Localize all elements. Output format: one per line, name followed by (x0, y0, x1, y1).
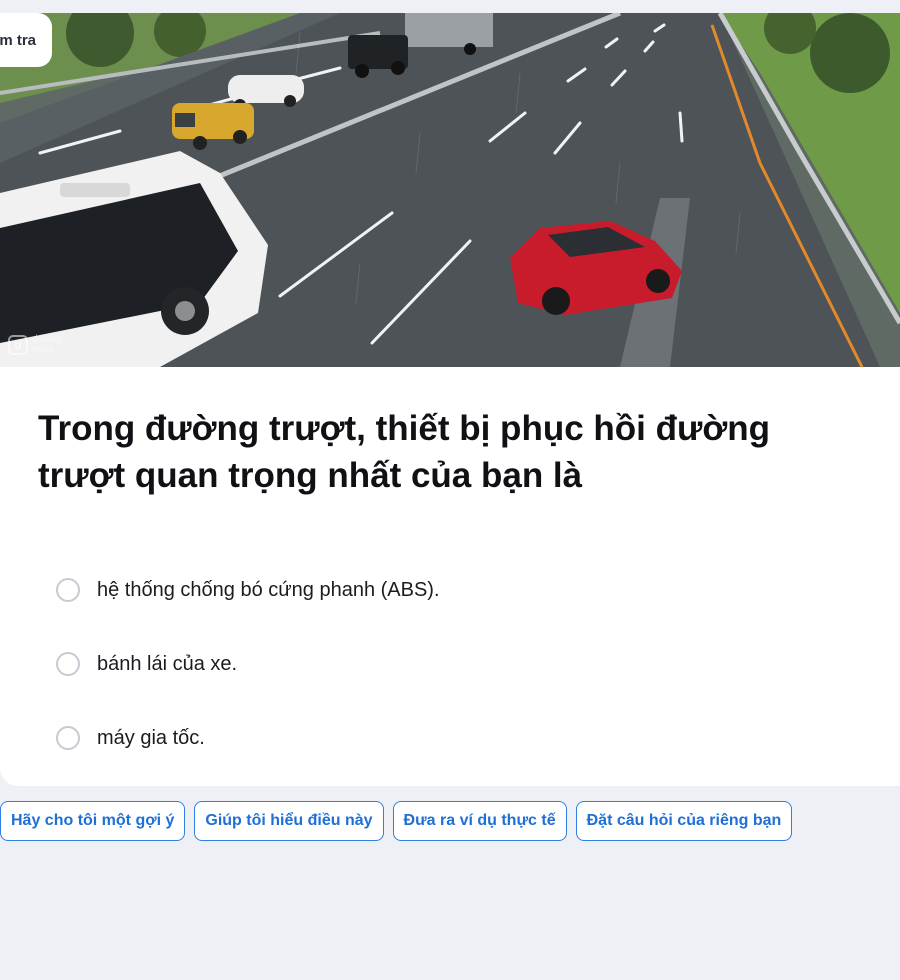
answer-option-label: hệ thống chống bó cứng phanh (ABS). (97, 578, 440, 601)
answer-option-label: bánh lái của xe. (97, 652, 238, 675)
radio-button[interactable] (56, 652, 80, 676)
question-image: m tra d driving tests (0, 13, 900, 367)
radio-button[interactable] (56, 578, 80, 602)
explain-button[interactable]: Giúp tôi hiểu điều này (194, 801, 384, 841)
answer-options: hệ thống chống bó cứng phanh (ABS). bánh… (56, 553, 856, 775)
watermark-line-2: tests (32, 344, 54, 355)
question-text: Trong đường trượt, thiết bị phục hồi đườ… (38, 409, 770, 495)
answer-option[interactable]: máy gia tốc. (56, 701, 856, 775)
ask-own-question-button[interactable]: Đặt câu hỏi của riêng bạn (575, 801, 793, 841)
help-chips: Hãy cho tôi một gợi ý Giúp tôi hiểu điều… (0, 801, 793, 841)
watermark: d driving tests (8, 335, 61, 355)
answer-option[interactable]: hệ thống chống bó cứng phanh (ABS). (56, 553, 856, 627)
check-tab[interactable]: m tra (0, 13, 52, 67)
driving-tests-logo-icon: d (8, 335, 28, 355)
answer-option-label: máy gia tốc. (97, 726, 205, 749)
check-tab-label: m tra (0, 31, 36, 49)
real-example-button[interactable]: Đưa ra ví dụ thực tế (392, 801, 567, 841)
question-card: m tra d driving tests Trong đường trượt,… (0, 13, 900, 786)
radio-button[interactable] (56, 726, 80, 750)
answer-option[interactable]: bánh lái của xe. (56, 627, 856, 701)
hint-button[interactable]: Hãy cho tôi một gợi ý (0, 801, 186, 841)
